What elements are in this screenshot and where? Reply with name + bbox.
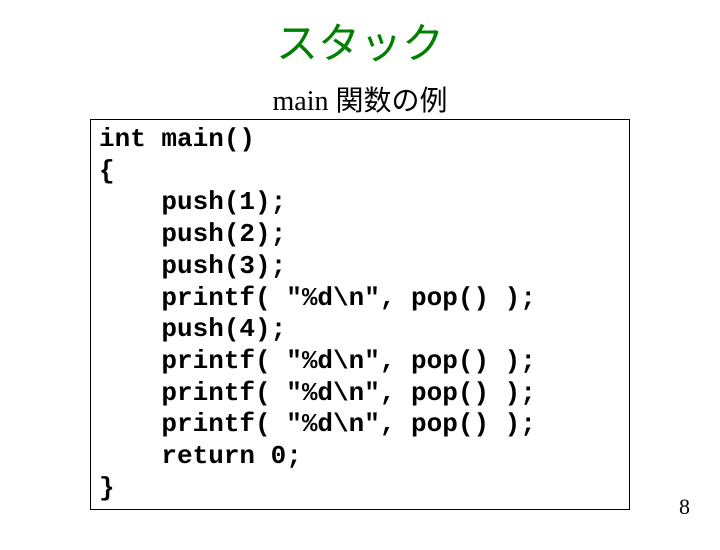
page-number: 8 xyxy=(679,494,690,520)
slide-subtitle: main 関数の例 xyxy=(0,79,720,119)
code-box: int main() { push(1); push(2); push(3); … xyxy=(90,119,630,510)
slide-title: スタック xyxy=(0,10,720,71)
code-listing: int main() { push(1); push(2); push(3); … xyxy=(99,124,621,505)
